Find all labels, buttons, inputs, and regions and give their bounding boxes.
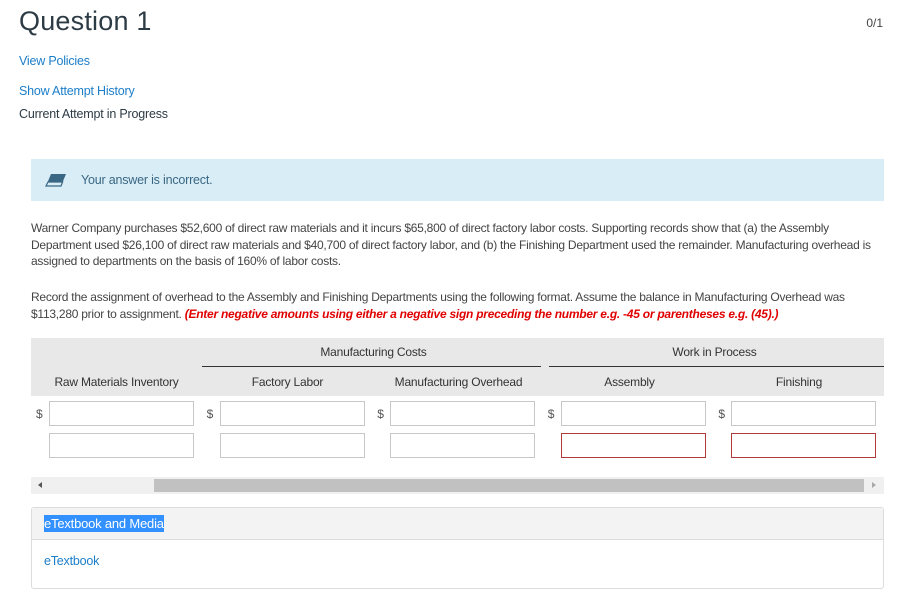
factory-labor-input[interactable] <box>219 401 365 426</box>
current-attempt-label: Current Attempt in Progress <box>19 107 168 121</box>
scroll-right-arrow-icon[interactable] <box>872 482 876 488</box>
scroll-left-arrow-icon[interactable] <box>38 482 42 488</box>
etextbook-panel-header: eTextbook and Media <box>32 508 883 540</box>
column-header-row: Raw Materials Inventory Factory Labor Ma… <box>31 367 884 396</box>
problem-paragraph: Warner Company purchases $52,600 of dire… <box>31 221 871 268</box>
question-title: Question 1 <box>19 6 152 36</box>
work-in-process-header: Work in Process <box>545 338 884 367</box>
column-header-manufacturing-overhead: Manufacturing Overhead <box>394 374 523 389</box>
table-row <box>31 431 884 460</box>
assembly-input[interactable] <box>560 401 706 426</box>
view-policies-link[interactable]: View Policies <box>19 54 90 68</box>
etextbook-panel: eTextbook and Media eTextbook <box>31 507 884 589</box>
show-attempt-history-link[interactable]: Show Attempt History <box>19 84 135 98</box>
raw-materials-input[interactable] <box>49 401 194 426</box>
journal-table: Manufacturing Costs Work in Process Raw … <box>31 338 884 460</box>
currency-symbol: $ <box>206 406 214 421</box>
column-header-raw-materials: Raw Materials Inventory <box>54 374 179 389</box>
etextbook-panel-title: eTextbook and Media <box>44 515 164 532</box>
group-header-row: Manufacturing Costs Work in Process <box>31 338 884 368</box>
instructions-paragraph: Record the assignment of overhead to the… <box>31 289 881 322</box>
scrollbar-thumb[interactable] <box>154 479 864 492</box>
etextbook-link[interactable]: eTextbook <box>44 554 99 568</box>
assembly-input-incorrect[interactable] <box>560 433 706 458</box>
finishing-input-incorrect[interactable] <box>731 433 877 458</box>
column-header-assembly: Assembly <box>604 374 655 389</box>
raw-materials-input[interactable] <box>49 433 194 458</box>
horizontal-scrollbar[interactable] <box>31 477 884 494</box>
column-header-factory-labor: Factory Labor <box>251 374 324 389</box>
score: 0/1 <box>866 16 883 30</box>
currency-symbol: $ <box>36 406 43 421</box>
factory-labor-input[interactable] <box>219 433 365 458</box>
column-header-finishing: Finishing <box>775 374 823 389</box>
manufacturing-overhead-input[interactable] <box>390 401 536 426</box>
currency-symbol: $ <box>377 406 384 421</box>
feedback-banner: Your answer is incorrect. <box>31 159 884 201</box>
manufacturing-overhead-input[interactable] <box>390 433 536 458</box>
currency-symbol: $ <box>547 406 555 421</box>
negative-amount-instruction: (Enter negative amounts using either a n… <box>184 306 779 321</box>
eraser-icon <box>45 173 67 187</box>
feedback-text: Your answer is incorrect. <box>81 173 213 187</box>
finishing-input[interactable] <box>731 401 877 426</box>
table-row: $ $ $ $ $ <box>31 399 884 428</box>
manufacturing-costs-header: Manufacturing Costs <box>202 338 545 367</box>
currency-symbol: $ <box>718 406 726 421</box>
